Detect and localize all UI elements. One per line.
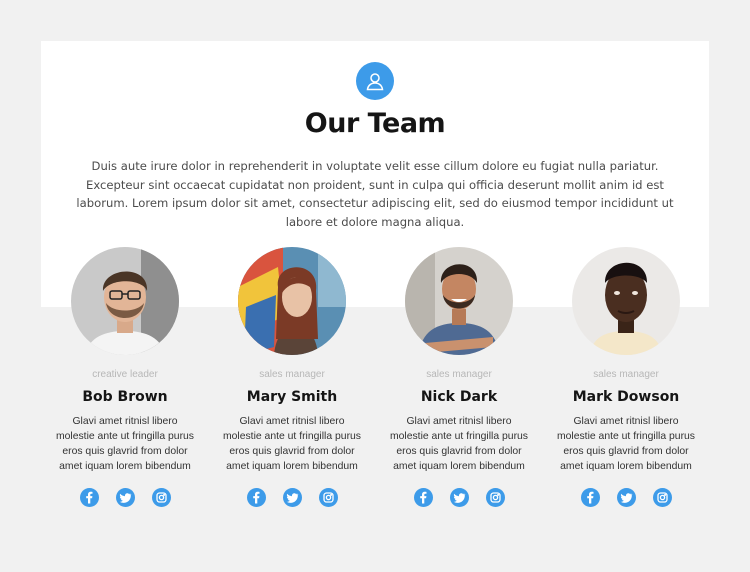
instagram-icon[interactable] [318,488,338,507]
twitter-icon[interactable] [282,488,302,507]
instagram-icon[interactable] [485,488,505,507]
facebook-icon[interactable] [246,488,266,507]
member-name: Mary Smith [246,389,338,405]
member-role: sales manager [593,369,659,380]
social-links [217,488,367,507]
page-title: Our Team [304,108,446,139]
user-icon [356,62,394,100]
avatar [405,247,513,355]
twitter-icon[interactable] [115,488,135,507]
member-name: Bob Brown [82,389,168,405]
facebook-icon[interactable] [413,488,433,507]
member-bio: Glavi amet ritnisl libero molestie ante … [556,416,696,472]
instagram-icon[interactable] [652,488,672,507]
twitter-icon[interactable] [449,488,469,507]
member-role: sales manager [426,369,492,380]
social-links [384,488,534,507]
avatar [71,247,179,355]
member-bio: Glavi amet ritnisl libero molestie ante … [389,416,529,472]
social-links [50,488,200,507]
team-member-card: sales manager Mary Smith Glavi amet ritn… [217,247,367,507]
team-member-card: creative leader Bob Brown Glavi amet rit… [50,247,200,507]
member-bio: Glavi amet ritnisl libero molestie ante … [222,416,362,472]
member-name: Mark Dowson [572,389,680,405]
team-member-card: sales manager Mark Dowson Glavi amet rit… [551,247,701,507]
member-role: sales manager [259,369,325,380]
member-bio: Glavi amet ritnisl libero molestie ante … [55,416,195,472]
instagram-icon[interactable] [151,488,171,507]
twitter-icon[interactable] [616,488,636,507]
intro-text: Duis aute irure dolor in reprehenderit i… [76,159,674,229]
social-links [551,488,701,507]
team-member-card: sales manager Nick Dark Glavi amet ritni… [384,247,534,507]
member-name: Nick Dark [420,389,498,405]
member-role: creative leader [92,369,158,380]
avatar [238,247,346,355]
facebook-icon[interactable] [79,488,99,507]
facebook-icon[interactable] [580,488,600,507]
avatar [572,247,680,355]
